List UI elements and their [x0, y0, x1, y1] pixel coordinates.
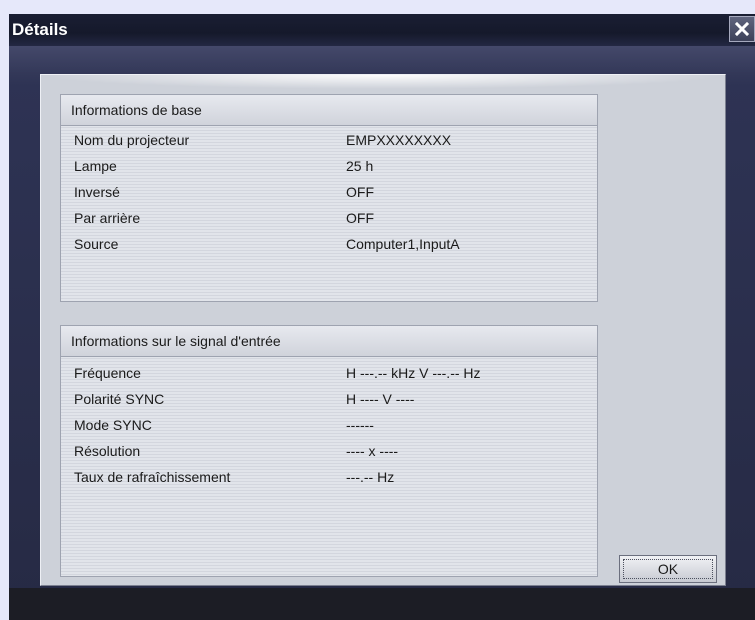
details-dialog: Détails Informations de base Nom du proj…	[9, 14, 755, 620]
row-label: Source	[74, 236, 119, 252]
row-value: OFF	[346, 184, 374, 200]
row-label: Mode SYNC	[74, 417, 152, 433]
signal-row-sync-polarity: Polarité SYNC H ---- V ----	[61, 386, 597, 412]
close-icon	[735, 22, 749, 36]
row-label: Par arrière	[74, 210, 141, 226]
info-row-inverted: Inversé OFF	[61, 179, 597, 205]
signal-row-resolution: Résolution ---- x ----	[61, 438, 597, 464]
signal-info-header: Informations sur le signal d'entrée	[61, 326, 597, 357]
details-panel: Informations de base Nom du projecteur E…	[40, 74, 726, 586]
row-value: ------	[346, 417, 374, 433]
bottom-strip	[9, 588, 755, 620]
signal-row-sync-mode: Mode SYNC ------	[61, 412, 597, 438]
panel-glow	[41, 75, 725, 89]
ok-button[interactable]: OK	[619, 555, 717, 583]
row-value: ---- x ----	[346, 443, 399, 459]
signal-row-frequency: Fréquence H ---.-- kHz V ---.-- Hz	[61, 360, 597, 386]
row-label: Taux de rafraîchissement	[74, 469, 231, 485]
basic-info-header: Informations de base	[61, 95, 597, 126]
row-value: OFF	[346, 210, 374, 226]
row-value: 25 h	[346, 158, 374, 174]
row-value: H ---.-- kHz V ---.-- Hz	[346, 365, 481, 381]
ok-button-label: OK	[657, 561, 679, 577]
window-title: Détails	[12, 20, 68, 39]
info-row-rear: Par arrière OFF	[61, 205, 597, 231]
row-value: ---.-- Hz	[346, 469, 395, 485]
row-label: Polarité SYNC	[74, 391, 165, 407]
row-label: Lampe	[74, 158, 117, 174]
close-button[interactable]	[729, 16, 755, 42]
row-value: Computer1,InputA	[346, 236, 460, 252]
info-row-source: Source Computer1,InputA	[61, 231, 597, 257]
row-label: Inversé	[74, 184, 120, 200]
row-label: Résolution	[74, 443, 141, 459]
row-value: EMPXXXXXXXX	[346, 132, 452, 148]
info-row-lamp: Lampe 25 h	[61, 153, 597, 179]
title-bar: Détails	[9, 14, 755, 46]
basic-info-group: Informations de base Nom du projecteur E…	[60, 94, 598, 302]
row-value: H ---- V ----	[346, 391, 415, 407]
row-label: Fréquence	[74, 365, 141, 381]
info-row-projector-name: Nom du projecteur EMPXXXXXXXX	[61, 127, 597, 153]
signal-row-refresh-rate: Taux de rafraîchissement ---.-- Hz	[61, 464, 597, 490]
signal-info-group: Informations sur le signal d'entrée Fréq…	[60, 325, 598, 577]
row-label: Nom du projecteur	[74, 132, 190, 148]
